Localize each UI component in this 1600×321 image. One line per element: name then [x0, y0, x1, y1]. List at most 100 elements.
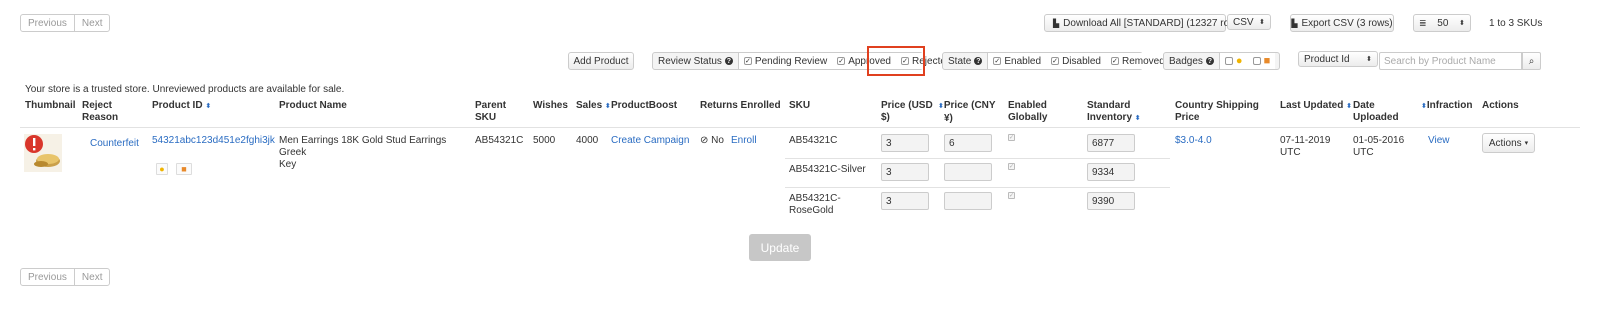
price-cny-input[interactable]: 6: [944, 134, 992, 152]
previous-button[interactable]: Previous: [21, 269, 74, 285]
date-uploaded-value: 01-05-2016 UTC: [1353, 135, 1404, 159]
col-sales[interactable]: Sales ⬍: [576, 100, 611, 113]
page-size-select[interactable]: ≣ 50 ⬍: [1413, 14, 1471, 32]
price-usd-input[interactable]: 3: [881, 134, 929, 152]
review-status-label-wrap: Review Status ?: [653, 53, 738, 69]
lightbulb-badge-icon: ●: [156, 163, 168, 175]
variation-sku: AB54321C: [789, 135, 838, 146]
search-button[interactable]: ⌕: [1522, 52, 1541, 70]
update-button[interactable]: Update: [749, 234, 811, 261]
product-thumbnail[interactable]: [24, 134, 62, 172]
truck-badge-icon: ■: [176, 163, 192, 175]
search-input[interactable]: Search by Product Name: [1379, 52, 1522, 70]
last-updated-tz: UTC: [1280, 147, 1301, 158]
caret-down-icon: ▾: [1524, 140, 1529, 147]
header-divider: [20, 127, 1580, 128]
col-wishes: Wishes: [533, 100, 568, 111]
search-icon: ⌕: [1528, 55, 1535, 67]
add-product-button[interactable]: Add Product: [568, 52, 634, 70]
help-icon[interactable]: ?: [974, 57, 983, 65]
download-all-button[interactable]: ▙ Download All [STANDARD] (12327 rows): [1044, 14, 1245, 32]
col-reject-reason: Reject Reason: [82, 100, 118, 124]
export-csv-button[interactable]: ▙ Export CSV (3 rows): [1290, 14, 1394, 32]
product-name-line2: Key: [279, 159, 297, 170]
search-placeholder: Search by Product Name: [1384, 56, 1496, 67]
col-enabled-globally: Enabled Globally: [1008, 100, 1047, 124]
help-icon[interactable]: ?: [1205, 57, 1214, 65]
col-product-id-label: Product ID: [152, 100, 203, 111]
price-usd-input[interactable]: 3: [881, 192, 929, 210]
enabled-globally-checkbox[interactable]: ✓: [1008, 192, 1015, 199]
export-csv-label: Export CSV (3 rows): [1301, 17, 1393, 29]
enabled-globally-checkbox[interactable]: ✓: [1008, 163, 1015, 170]
sort-icon[interactable]: ⬍: [605, 103, 611, 110]
create-campaign-link[interactable]: Create Campaign: [611, 135, 689, 147]
shipping-price-link[interactable]: $3.0-4.0: [1175, 135, 1212, 147]
col-date-uploaded-line1: Date: [1353, 100, 1375, 111]
price-cny-input[interactable]: [944, 163, 992, 181]
download-all-label: Download All [STANDARD] (12327 rows): [1063, 17, 1245, 29]
col-shipping-line2: Price: [1175, 112, 1200, 123]
state-filter: State ? ✓ Enabled ✓ Disabled ✓ Removed: [942, 52, 1170, 70]
col-standard-inventory[interactable]: Standard Inventory ⬍: [1087, 100, 1141, 125]
list-icon: ≣: [1419, 17, 1427, 28]
inventory-input[interactable]: 9334: [1087, 163, 1135, 181]
checkbox-checked-icon: ✓: [743, 57, 752, 65]
col-price-cny[interactable]: ⬍Price (CNY ¥): [938, 100, 996, 125]
price-usd-input[interactable]: 3: [881, 163, 929, 181]
previous-button[interactable]: Previous: [21, 15, 74, 31]
help-icon[interactable]: ?: [724, 57, 733, 65]
sales-value: 4000: [576, 135, 599, 146]
bottom-pager: Previous Next: [20, 268, 111, 286]
enroll-link[interactable]: Enroll: [731, 135, 757, 147]
col-enabled-line2: Globally: [1008, 112, 1048, 123]
product-id-link[interactable]: 54321abc123d451e2fghi3jk: [152, 135, 275, 147]
returns-status-value: No: [711, 135, 724, 146]
col-last-updated[interactable]: Last Updated ⬍: [1280, 100, 1352, 113]
checkbox-checked-icon: ✓: [993, 57, 1002, 65]
top-pager: Previous Next: [20, 14, 111, 32]
price-cny-input[interactable]: [944, 192, 992, 210]
sort-icon[interactable]: ⬍: [205, 103, 211, 110]
next-button[interactable]: Next: [73, 269, 110, 285]
lightbulb-icon: ●: [1235, 55, 1243, 67]
badge-bulb-checkbox[interactable]: ●: [1218, 53, 1248, 69]
col-price-usd-line1: Price (USD: [881, 100, 933, 111]
actions-dropdown-button[interactable]: Actions ▾: [1482, 133, 1535, 153]
product-name-line1: Men Earrings 18K Gold Stud Earrings Gree…: [279, 135, 447, 158]
col-reject-reason-line2: Reason: [82, 112, 119, 123]
col-inventory-line2: Inventory: [1087, 112, 1133, 123]
sort-icon[interactable]: ⬍: [1135, 115, 1141, 122]
actions-label: Actions: [1488, 137, 1522, 149]
pending-review-checkbox[interactable]: ✓ Pending Review: [737, 53, 833, 69]
download-format-select[interactable]: CSV ⬍: [1227, 14, 1271, 30]
col-parent-sku-line1: Parent: [475, 100, 507, 111]
reject-reason-link[interactable]: Counterfeit: [90, 138, 139, 150]
rejected-highlight-box: [867, 46, 925, 76]
select-arrows-icon: ⬍: [1366, 56, 1372, 63]
variation-sku-line1: AB54321C-: [789, 193, 841, 204]
col-productboost: ProductBoost: [611, 100, 678, 111]
removed-checkbox[interactable]: ✓ Removed: [1105, 53, 1170, 69]
next-button[interactable]: Next: [73, 15, 110, 31]
sort-icon[interactable]: ⬍: [1346, 103, 1352, 110]
enabled-globally-checkbox[interactable]: ✓: [1008, 134, 1015, 141]
inventory-input[interactable]: 9390: [1087, 192, 1135, 210]
col-reject-reason-line1: Reject: [82, 100, 113, 111]
col-infraction-label: Infraction: [1426, 100, 1473, 111]
date-uploaded-date: 01-05-2016: [1353, 135, 1405, 146]
col-date-uploaded-line2: Uploaded: [1353, 112, 1399, 123]
variation-divider: [785, 158, 1170, 159]
disabled-label: Disabled: [1062, 55, 1101, 67]
enabled-checkbox[interactable]: ✓ Enabled: [987, 53, 1047, 69]
inventory-input[interactable]: 6877: [1087, 134, 1135, 152]
col-infraction[interactable]: ⬍Infraction: [1421, 100, 1472, 113]
badge-shipping-checkbox[interactable]: ■: [1247, 53, 1276, 69]
earring-thumbnail-image: [24, 134, 62, 172]
disabled-checkbox[interactable]: ✓ Disabled: [1046, 53, 1106, 69]
checkbox-checked-icon: ✓: [1110, 57, 1119, 65]
col-country-shipping: Country Shipping Price: [1175, 100, 1259, 124]
infraction-view-link[interactable]: View: [1428, 135, 1450, 147]
search-field-select[interactable]: Product Id ⬍: [1298, 51, 1378, 67]
col-product-id[interactable]: Product ID ⬍: [152, 100, 211, 113]
